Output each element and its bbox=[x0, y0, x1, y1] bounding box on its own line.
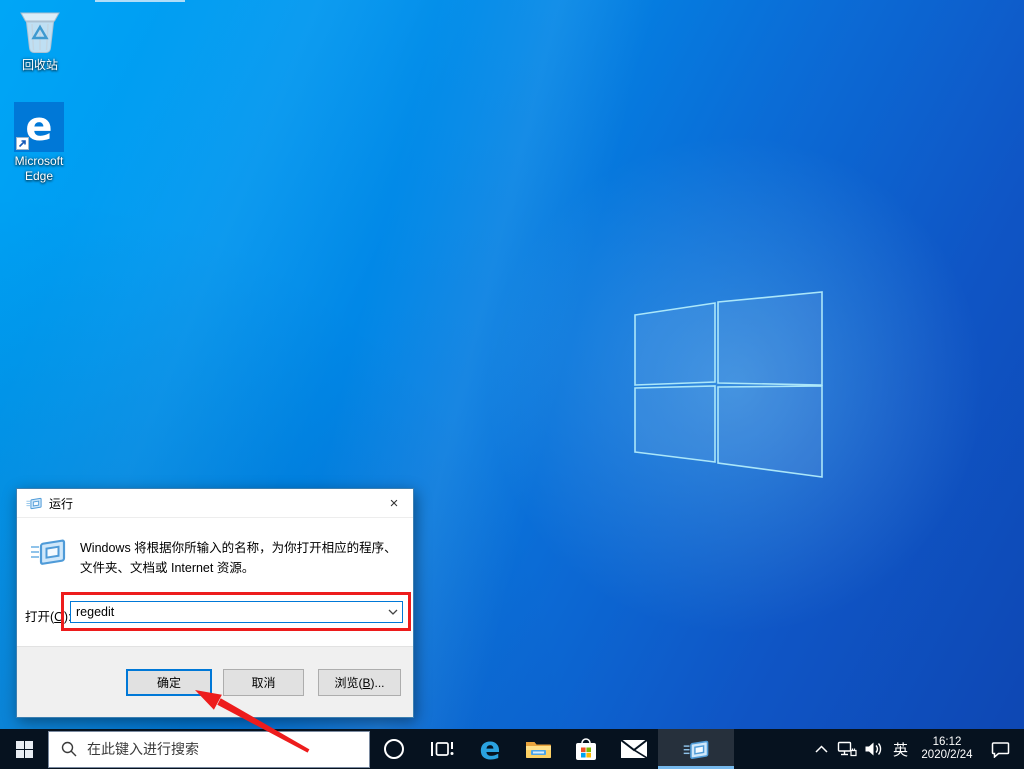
volume-icon[interactable] bbox=[860, 729, 887, 769]
open-label: 打开(O): bbox=[25, 606, 72, 625]
file-explorer-icon bbox=[525, 738, 552, 760]
run-dialog: 运行 × Windows 将根据你所输入的名称，为你打开相应的程序、 文件夹、文… bbox=[16, 488, 414, 718]
recycle-bin-label: 回收站 bbox=[7, 58, 73, 73]
taskbar-edge-button[interactable]: e bbox=[466, 729, 514, 769]
run-icon bbox=[26, 495, 42, 511]
windows-logo bbox=[600, 270, 850, 500]
run-dialog-title: 运行 bbox=[49, 495, 73, 512]
run-icon bbox=[683, 736, 709, 762]
taskbar: e bbox=[0, 729, 1024, 769]
run-dialog-titlebar: 运行 × bbox=[17, 489, 413, 518]
task-view-button[interactable] bbox=[418, 729, 466, 769]
desktop-icon-recycle-bin[interactable]: 回收站 bbox=[7, 6, 73, 73]
start-icon bbox=[16, 741, 33, 758]
search-icon bbox=[61, 741, 77, 757]
combo-chevron-icon[interactable] bbox=[384, 609, 402, 615]
edge-icon: e bbox=[14, 102, 64, 152]
system-tray: 英 16:12 2020/2/24 bbox=[809, 729, 1024, 769]
clock-time: 16:12 bbox=[933, 736, 962, 750]
action-center-button[interactable] bbox=[980, 729, 1020, 769]
cancel-button[interactable]: 取消 bbox=[223, 669, 304, 696]
action-center-icon bbox=[991, 741, 1010, 758]
tray-chevron-icon[interactable] bbox=[809, 729, 833, 769]
ime-indicator[interactable]: 英 bbox=[887, 729, 914, 769]
recycle-bin-icon bbox=[7, 6, 73, 56]
ok-button[interactable]: 确定 bbox=[126, 669, 212, 696]
taskbar-search-box[interactable] bbox=[48, 731, 370, 768]
taskbar-clock[interactable]: 16:12 2020/2/24 bbox=[914, 729, 980, 769]
file-explorer-button[interactable] bbox=[514, 729, 562, 769]
start-button[interactable] bbox=[0, 729, 48, 769]
clock-date: 2020/2/24 bbox=[921, 749, 972, 763]
desktop-icon-edge[interactable]: e Microsoft Edge bbox=[6, 102, 72, 184]
edge-icon: e bbox=[479, 734, 500, 765]
shortcut-arrow-icon bbox=[16, 137, 29, 150]
mail-icon bbox=[621, 740, 647, 758]
store-icon bbox=[574, 736, 598, 762]
search-input[interactable] bbox=[87, 741, 369, 757]
open-input[interactable] bbox=[71, 605, 384, 619]
taskbar-run-app-button[interactable] bbox=[658, 729, 734, 769]
run-dialog-description: Windows 将根据你所输入的名称，为你打开相应的程序、 文件夹、文档或 In… bbox=[80, 539, 402, 578]
close-icon[interactable]: × bbox=[379, 491, 409, 515]
network-icon[interactable] bbox=[833, 729, 860, 769]
open-combobox[interactable] bbox=[70, 601, 403, 623]
cortana-button[interactable] bbox=[370, 729, 418, 769]
store-button[interactable] bbox=[562, 729, 610, 769]
browse-button[interactable]: 浏览(B)... bbox=[318, 669, 401, 696]
edge-label: Microsoft Edge bbox=[6, 154, 72, 184]
cortana-icon bbox=[383, 738, 405, 760]
mail-button[interactable] bbox=[610, 729, 658, 769]
run-icon bbox=[30, 533, 66, 569]
hidden-window-edge bbox=[95, 0, 185, 2]
task-view-icon bbox=[430, 739, 454, 759]
